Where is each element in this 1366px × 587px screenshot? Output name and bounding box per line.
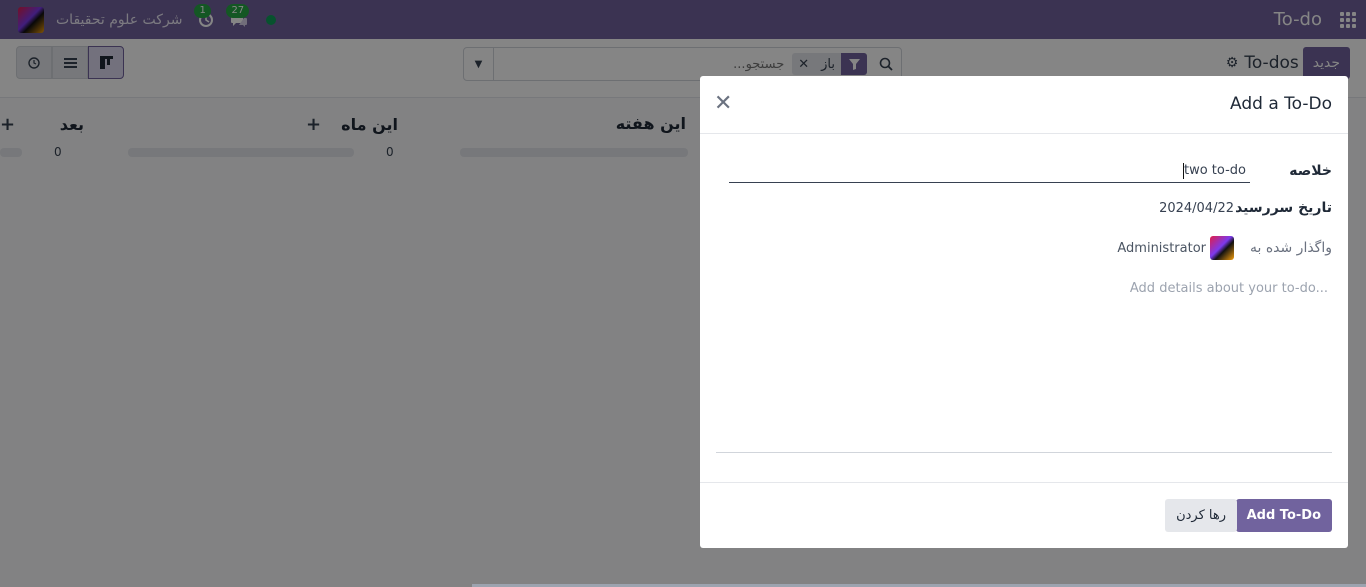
- summary-input[interactable]: two to-do: [729, 159, 1250, 183]
- dialog-title: Add a To-Do: [1230, 94, 1332, 114]
- discard-button[interactable]: رها کردن: [1165, 499, 1237, 532]
- text-caret: [1182, 162, 1184, 179]
- summary-row: خلاصه two to-do: [729, 159, 1332, 183]
- dialog-header: ✕ Add a To-Do: [700, 76, 1348, 134]
- add-todo-dialog: ✕ Add a To-Do خلاصه two to-do تاریخ سررس…: [700, 76, 1348, 548]
- dialog-footer: Add To-Do رها کردن: [700, 482, 1348, 548]
- due-date-label: تاریخ سررسید: [1235, 200, 1332, 216]
- due-date-row: تاریخ سررسید 2024/04/22: [1159, 200, 1332, 216]
- due-date-field[interactable]: 2024/04/22: [1159, 201, 1234, 216]
- summary-label: خلاصه: [1289, 163, 1332, 179]
- close-icon[interactable]: ✕: [714, 92, 732, 116]
- summary-value: two to-do: [1183, 163, 1246, 178]
- assignee-name: Administrator: [1117, 240, 1206, 256]
- assignee-row: واگذار شده به Administrator: [1117, 236, 1332, 260]
- details-divider: [716, 452, 1332, 453]
- details-editor[interactable]: Add details about your to-do...: [1130, 281, 1328, 296]
- assignee-field[interactable]: Administrator: [1117, 236, 1234, 260]
- assignee-avatar: [1210, 236, 1234, 260]
- add-todo-button[interactable]: Add To-Do: [1235, 499, 1332, 532]
- assignee-label: واگذار شده به: [1249, 240, 1332, 256]
